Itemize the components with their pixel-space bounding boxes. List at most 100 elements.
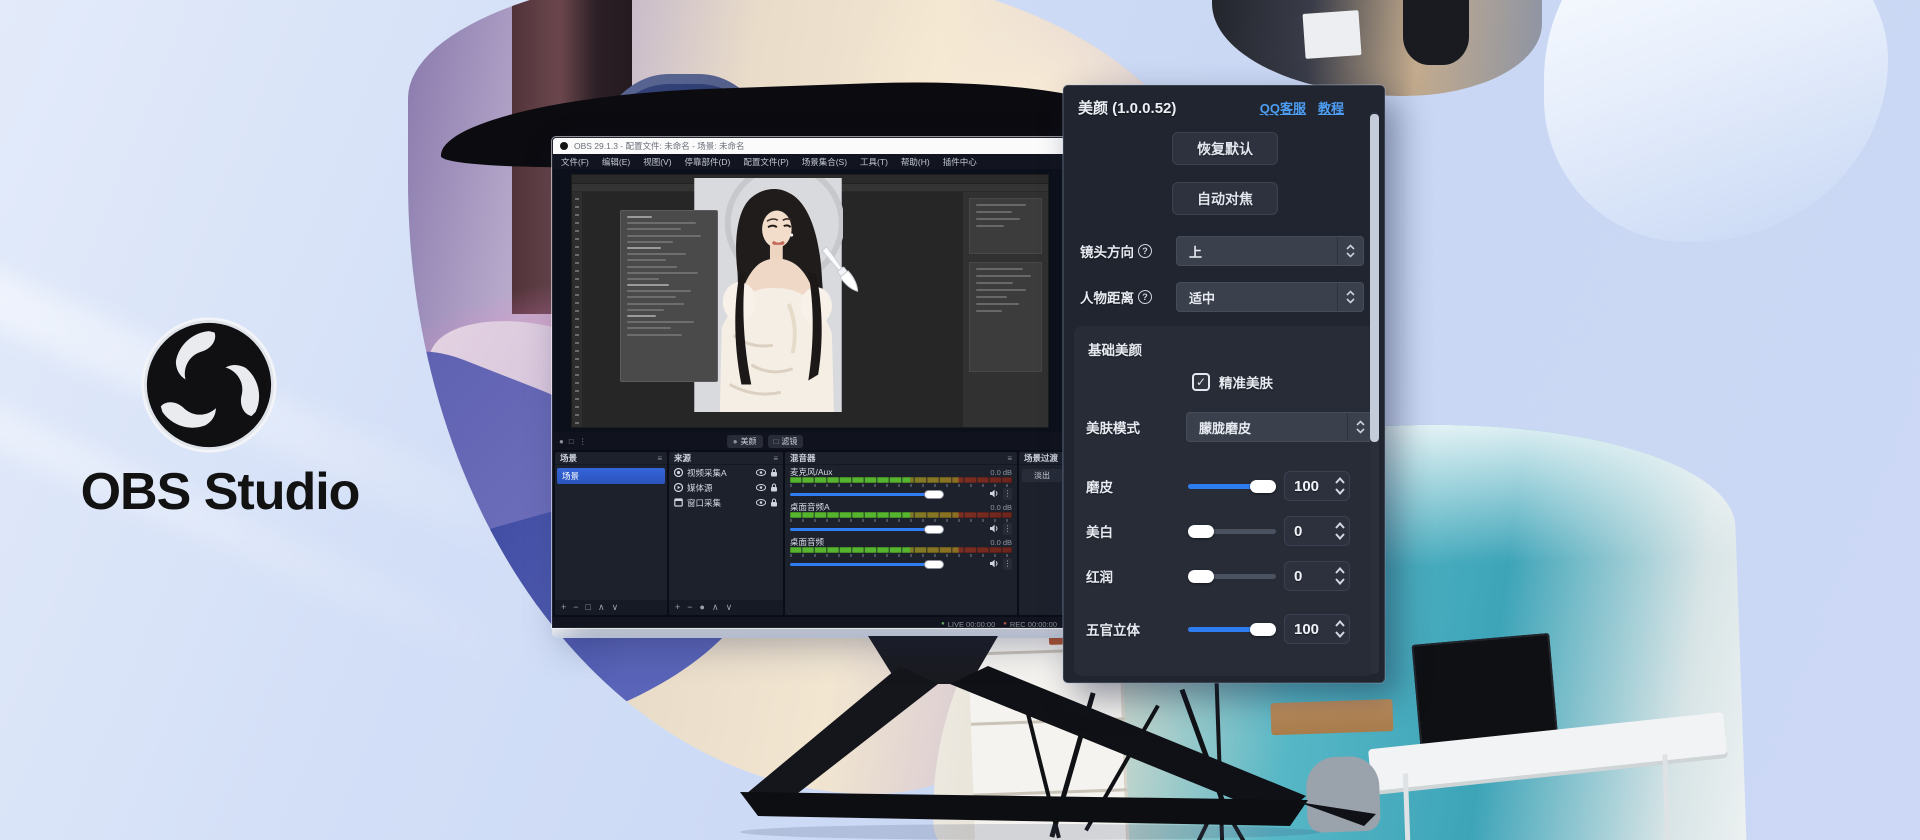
dock-sources: 来源 ≡ 视频采集A 媒体源 窗口采集 — [669, 452, 783, 615]
whitening-value-spinbox[interactable]: 0 — [1284, 516, 1350, 546]
obs-logo — [140, 316, 278, 454]
preview-mini-icon[interactable]: ● — [559, 437, 564, 446]
spin-arrows-icon[interactable] — [1331, 565, 1349, 587]
scrollbar-thumb[interactable] — [1370, 114, 1379, 442]
whitening-slider[interactable] — [1188, 529, 1276, 534]
slider-thumb[interactable] — [1250, 623, 1276, 636]
spin-arrows-icon[interactable] — [1331, 520, 1349, 542]
media-source-icon — [674, 483, 683, 492]
tab-beauty[interactable]: ● 美颜 — [727, 435, 763, 448]
source-row-media[interactable]: 媒体源 — [669, 480, 783, 495]
hamburger-icon[interactable]: ≡ — [1007, 454, 1012, 463]
volume-slider[interactable] — [790, 524, 985, 534]
camera-direction-select[interactable]: 上 — [1176, 236, 1364, 266]
skin-mode-label: 美肤模式 — [1086, 417, 1140, 437]
select-stepper-icon[interactable] — [1337, 237, 1363, 265]
dock-area: 场景 ≡ 场景 + − □ ∧ ∨ 来源 ≡ 视频采集A — [553, 450, 1065, 617]
rosy-slider[interactable] — [1188, 574, 1276, 579]
menu-help[interactable]: 帮助(H) — [901, 156, 930, 168]
obs-preview — [553, 169, 1065, 432]
menu-file[interactable]: 文件(F) — [561, 156, 589, 168]
visibility-eye-icon[interactable] — [756, 484, 766, 491]
preview-mini-icon[interactable]: ⋮ — [579, 437, 587, 446]
scene-item[interactable]: 场景 — [557, 468, 665, 484]
menu-edit[interactable]: 编辑(E) — [602, 156, 630, 168]
qq-support-link[interactable]: QQ客服 — [1260, 98, 1306, 117]
duplicate-scene-button[interactable]: □ — [586, 603, 591, 612]
menu-docks[interactable]: 停靠部件(D) — [685, 156, 731, 168]
status-bar: ●LIVE 00:00:00 ●REC 00:00:00 — [553, 617, 1065, 628]
restore-default-button[interactable]: 恢复默认 — [1172, 132, 1278, 165]
remove-source-button[interactable]: − — [687, 603, 692, 612]
speaker-icon[interactable] — [989, 524, 999, 533]
slider-thumb[interactable] — [1188, 570, 1214, 583]
face-3d-value-spinbox[interactable]: 100 — [1284, 614, 1350, 644]
tab-filter[interactable]: □ 滤镜 — [768, 435, 804, 448]
face-3d-slider[interactable] — [1188, 627, 1276, 632]
window-titlebar[interactable]: OBS 29.1.3 - 配置文件: 未命名 - 场景: 未命名 — [553, 138, 1065, 154]
volume-slider[interactable] — [790, 559, 985, 569]
menu-tools[interactable]: 工具(T) — [860, 156, 888, 168]
spin-arrows-icon[interactable] — [1331, 475, 1349, 497]
menu-scene-collection[interactable]: 场景集合(S) — [802, 156, 847, 168]
help-icon[interactable]: ? — [1138, 244, 1152, 258]
person-distance-select[interactable]: 适中 — [1176, 282, 1364, 312]
precise-skin-checkbox[interactable]: ✓ — [1192, 373, 1210, 391]
lock-icon[interactable] — [770, 468, 778, 477]
remove-scene-button[interactable]: − — [573, 603, 578, 612]
channel-menu-button[interactable]: ⋮ — [1003, 558, 1012, 570]
preview-mini-icon[interactable]: □ — [569, 437, 574, 446]
source-properties-button[interactable]: ● — [700, 603, 705, 612]
help-icon[interactable]: ? — [1138, 290, 1152, 304]
smoothing-slider[interactable] — [1188, 484, 1276, 489]
sources-title: 来源 — [674, 452, 691, 464]
scenes-title: 场景 — [560, 452, 577, 464]
window-capture-icon — [674, 498, 683, 507]
whitening-slider-row: 美白 0 — [1086, 516, 1356, 546]
channel-menu-button[interactable]: ⋮ — [1003, 488, 1012, 500]
visibility-eye-icon[interactable] — [756, 469, 766, 476]
hamburger-icon[interactable]: ≡ — [657, 454, 662, 463]
dock-mixer: 混音器 ≡ 麦克风/Aux0.0 dB ⋮ 桌面音频A0.0 dB — [785, 452, 1017, 615]
skin-mode-select[interactable]: 朦胧磨皮 — [1186, 412, 1374, 442]
smoothing-value-spinbox[interactable]: 100 — [1284, 471, 1350, 501]
menu-plugin-center[interactable]: 插件中心 — [943, 156, 977, 168]
filter-tab-icon: □ — [774, 437, 779, 446]
move-down-button[interactable]: ∨ — [726, 603, 733, 612]
menu-bar: 文件(F) 编辑(E) 视图(V) 停靠部件(D) 配置文件(P) 场景集合(S… — [553, 154, 1065, 169]
slider-thumb[interactable] — [1250, 480, 1276, 493]
add-scene-button[interactable]: + — [561, 603, 566, 612]
panel-scrollbar[interactable] — [1370, 112, 1379, 674]
lock-icon[interactable] — [770, 498, 778, 507]
slider-thumb[interactable] — [1188, 525, 1214, 538]
basic-beauty-section: 基础美颜 ✓ 精准美肤 美肤模式 朦胧磨皮 磨皮 100 美白 — [1074, 326, 1374, 676]
menu-profile[interactable]: 配置文件(P) — [743, 156, 788, 168]
add-source-button[interactable]: + — [675, 603, 680, 612]
audio-meter — [790, 512, 1012, 518]
camera-source-icon — [674, 468, 683, 477]
volume-slider[interactable] — [790, 489, 985, 499]
speaker-icon[interactable] — [989, 489, 999, 498]
lock-icon[interactable] — [770, 483, 778, 492]
rosy-value-spinbox[interactable]: 0 — [1284, 561, 1350, 591]
hamburger-icon[interactable]: ≡ — [773, 454, 778, 463]
ps-settings-dialog — [620, 210, 718, 382]
transition-select[interactable]: 淡出 — [1022, 469, 1062, 482]
auto-focus-button[interactable]: 自动对焦 — [1172, 182, 1278, 215]
tutorial-link[interactable]: 教程 — [1318, 98, 1344, 117]
precise-skin-label: 精准美肤 — [1219, 372, 1273, 392]
channel-menu-button[interactable]: ⋮ — [1003, 523, 1012, 535]
move-up-button[interactable]: ∧ — [712, 603, 719, 612]
menu-view[interactable]: 视图(V) — [643, 156, 671, 168]
dock-transitions: 场景过渡 淡出 — [1019, 452, 1063, 615]
source-row-window[interactable]: 窗口采集 — [669, 495, 783, 510]
move-up-button[interactable]: ∧ — [598, 603, 605, 612]
precise-skin-row[interactable]: ✓ 精准美肤 — [1192, 372, 1273, 392]
move-down-button[interactable]: ∨ — [612, 603, 619, 612]
spin-arrows-icon[interactable] — [1331, 618, 1349, 640]
visibility-eye-icon[interactable] — [756, 499, 766, 506]
source-row-camera[interactable]: 视频采集A — [669, 465, 783, 480]
select-stepper-icon[interactable] — [1337, 283, 1363, 311]
dock-scenes: 场景 ≡ 场景 + − □ ∧ ∨ — [555, 452, 667, 615]
speaker-icon[interactable] — [989, 559, 999, 568]
